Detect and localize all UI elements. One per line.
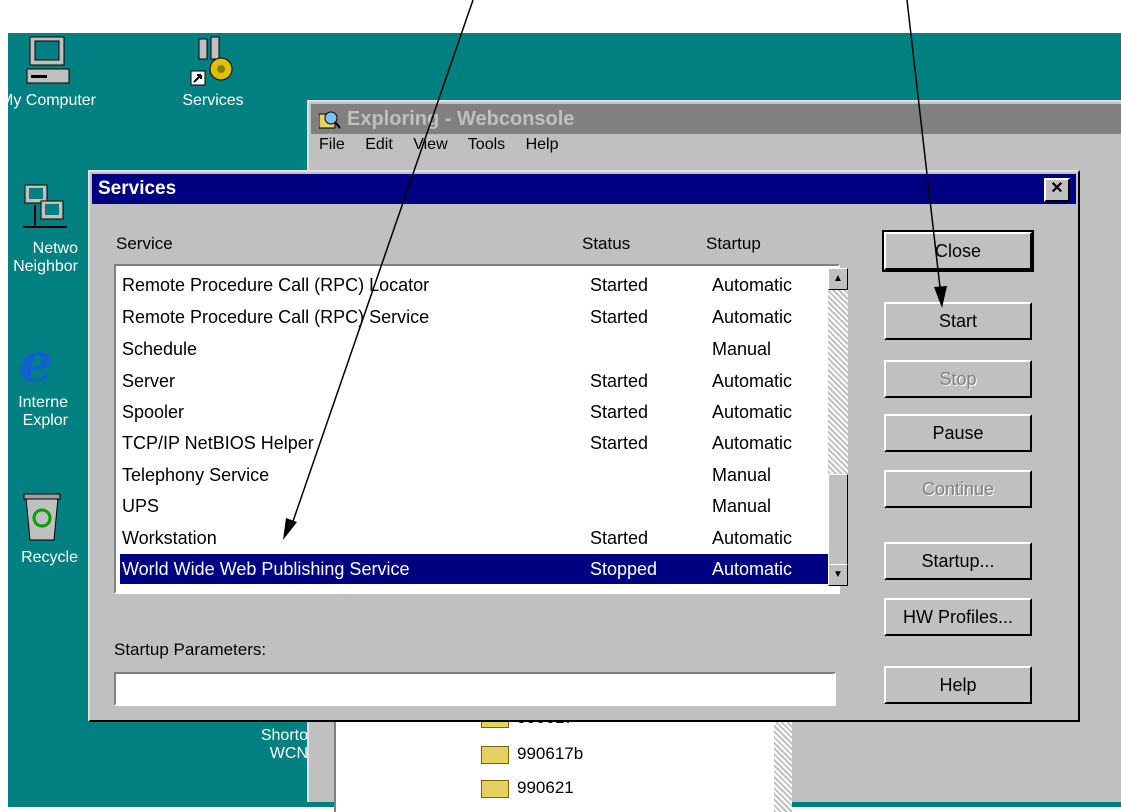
column-header-status: Status xyxy=(582,234,631,253)
services-list[interactable]: Remote Procedure Call (RPC) Locator Star… xyxy=(114,264,840,594)
shortcut-label-1: Shorto xyxy=(260,727,308,744)
service-name: Spooler xyxy=(122,402,185,422)
service-name: Remote Procedure Call (RPC) Service xyxy=(122,307,430,327)
service-name: UPS xyxy=(122,496,160,516)
shortcut-label-2: WCN xyxy=(269,745,308,762)
internet-explorer-icon: e xyxy=(19,330,53,394)
list-item[interactable]: Remote Procedure Call (RPC) Locator Star… xyxy=(120,270,832,300)
explorer-title: Exploring - Webconsole xyxy=(347,108,575,130)
list-item[interactable]: Schedule Manual xyxy=(120,334,832,364)
service-name: Workstation xyxy=(122,528,217,548)
service-name: TCP/IP NetBIOS Helper xyxy=(122,433,314,453)
continue-button[interactable]: Continue xyxy=(884,470,1032,508)
startup-button[interactable]: Startup... xyxy=(884,542,1032,580)
folder-icon xyxy=(481,745,509,764)
recycle-label: Recycle xyxy=(21,549,78,566)
service-status: Started xyxy=(590,275,649,295)
list-scrollbar[interactable]: ▲ ▼ xyxy=(828,268,848,586)
scroll-down-icon[interactable]: ▼ xyxy=(828,564,848,586)
dialog-title: Services xyxy=(98,178,177,199)
folder-icon xyxy=(481,779,509,798)
services-gear-icon xyxy=(190,36,233,86)
my-computer-shortcut[interactable]: My Computer xyxy=(8,35,108,110)
list-item[interactable]: TCP/IP NetBIOS Helper Started Automatic xyxy=(120,428,832,458)
dialog-titlebar[interactable]: Services ✕ xyxy=(92,174,1076,204)
help-button[interactable]: Help xyxy=(884,666,1032,704)
service-name: Server xyxy=(122,371,176,391)
services-shortcut[interactable]: Services xyxy=(158,35,268,110)
folder-label: 990617b xyxy=(517,744,584,763)
service-startup: Automatic xyxy=(712,433,793,453)
pause-button[interactable]: Pause xyxy=(884,414,1032,452)
services-label: Services xyxy=(182,92,244,109)
service-startup: Automatic xyxy=(712,307,793,327)
my-computer-label: My Computer xyxy=(8,92,97,109)
service-startup: Automatic xyxy=(712,402,793,422)
list-item-selected[interactable]: World Wide Web Publishing Service Stoppe… xyxy=(120,554,832,584)
service-status: Started xyxy=(590,371,649,391)
service-name: Remote Procedure Call (RPC) Locator xyxy=(122,275,430,295)
list-item[interactable]: Telephony Service Manual xyxy=(120,460,832,490)
folder-item[interactable]: 990617b xyxy=(481,744,583,764)
service-startup: Manual xyxy=(712,496,772,516)
startup-parameters-label: Startup Parameters: xyxy=(114,640,267,659)
explorer-titlebar[interactable]: Exploring - Webconsole xyxy=(311,104,1121,134)
column-header-startup: Startup xyxy=(706,234,761,253)
column-header-service: Service xyxy=(116,234,173,253)
scroll-up-icon[interactable]: ▲ xyxy=(828,268,848,290)
list-item[interactable]: Spooler Started Automatic xyxy=(120,397,832,427)
explorer-magnifier-icon xyxy=(319,111,341,129)
ie-label-2: Explor xyxy=(22,412,68,429)
stop-button[interactable]: Stop xyxy=(884,360,1032,398)
network-neighborhood-shortcut[interactable]: Netwo Neighbor xyxy=(8,183,78,276)
folder-label: 990621 xyxy=(517,778,574,797)
service-status: Started xyxy=(590,402,649,422)
svg-text:e: e xyxy=(19,333,53,389)
close-icon[interactable]: ✕ xyxy=(1044,178,1070,202)
start-button[interactable]: Start xyxy=(884,302,1032,340)
list-item[interactable]: Server Started Automatic xyxy=(120,366,832,396)
network-label-2: Neighbor xyxy=(13,258,78,275)
hw-profiles-button[interactable]: HW Profiles... xyxy=(884,598,1032,636)
service-startup: Manual xyxy=(712,339,772,359)
network-label-1: Netwo xyxy=(32,240,78,257)
service-name: Schedule xyxy=(122,339,198,359)
startup-parameters-input[interactable] xyxy=(114,672,836,706)
ie-label-1: Interne xyxy=(18,394,68,411)
folder-item[interactable]: 990621 xyxy=(481,778,574,798)
service-startup: Automatic xyxy=(712,559,793,579)
service-startup: Automatic xyxy=(712,275,793,295)
recycle-bin-shortcut[interactable]: Recycle xyxy=(8,488,78,567)
list-item[interactable]: UPS Manual xyxy=(120,491,832,521)
service-name: World Wide Web Publishing Service xyxy=(122,559,410,579)
explorer-menubar[interactable]: File Edit View Tools Help xyxy=(319,136,559,154)
service-startup: Automatic xyxy=(712,528,793,548)
list-item[interactable]: Workstation Started Automatic xyxy=(120,523,832,553)
service-status: Started xyxy=(590,528,649,548)
service-startup: Manual xyxy=(712,465,772,485)
service-startup: Automatic xyxy=(712,371,793,391)
wcn-shortcut[interactable]: Shorto WCN xyxy=(208,727,308,763)
internet-explorer-shortcut[interactable]: e Interne Explor xyxy=(8,330,68,430)
service-status: Started xyxy=(590,433,649,453)
scroll-thumb[interactable] xyxy=(828,474,848,566)
service-status: Stopped xyxy=(590,559,658,579)
service-status: Started xyxy=(590,307,649,327)
network-icon xyxy=(23,184,67,228)
services-dialog: Services ✕ Service Status Startup Remote… xyxy=(88,170,1080,722)
service-name: Telephony Service xyxy=(122,465,270,485)
recycle-bin-icon xyxy=(23,493,61,541)
list-item[interactable]: Remote Procedure Call (RPC) Service Star… xyxy=(120,302,832,332)
close-button[interactable]: Close xyxy=(882,230,1034,272)
computer-icon xyxy=(26,36,70,84)
